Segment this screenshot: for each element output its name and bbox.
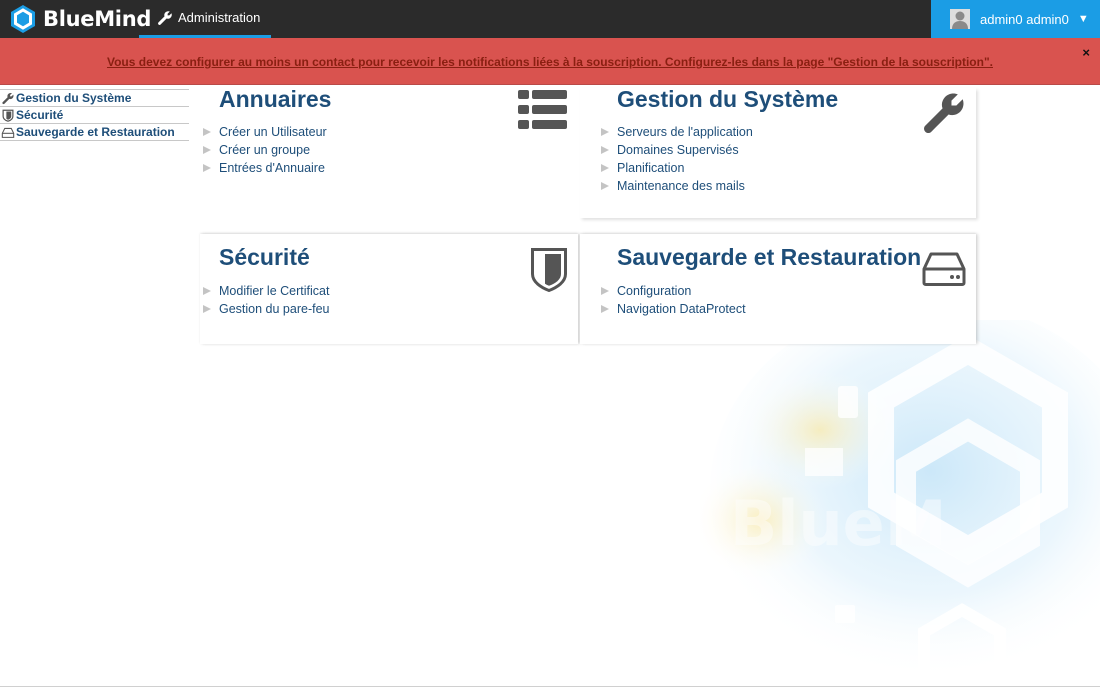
nav-administration-label: Administration [178,10,261,25]
card-title[interactable]: Annuaires [219,86,331,113]
wrench-icon [924,93,964,133]
avatar [950,9,970,29]
link-label: Planification [617,161,685,175]
link-creer-groupe[interactable]: Créer un groupe [203,141,327,159]
bullet-icon [203,146,211,154]
svg-text:BlueM: BlueM [730,487,946,560]
caret-down-icon: ▼ [1077,13,1089,25]
close-icon[interactable]: × [1082,45,1090,60]
bullet-icon [601,164,609,172]
link-label: Entrées d'Annuaire [219,161,325,175]
bullet-icon [601,287,609,295]
card-securite: Sécurité Modifier le Certificat Gestion … [200,234,578,344]
shield-icon [531,248,567,292]
link-navigation-dataprotect[interactable]: Navigation DataProtect [601,300,746,318]
link-maintenance-mails[interactable]: Maintenance des mails [601,177,753,195]
card-gestion-systeme: Gestion du Système Serveurs de l'applica… [580,86,976,218]
nav-administration-tab[interactable]: Administration [139,0,271,38]
bullet-icon [203,305,211,313]
bullet-icon [601,146,609,154]
user-menu[interactable]: admin0 admin0 ▼ [931,0,1100,38]
bluemind-watermark-image: BlueM [700,320,1100,688]
link-label: Créer un groupe [219,143,311,157]
bluemind-hexagon-icon [11,5,35,33]
list-icon [518,90,567,129]
sidebar-item-label: Gestion du Système [16,91,132,105]
card-title[interactable]: Sauvegarde et Restauration [617,244,921,271]
subscription-alert: Vous devez configurer au moins un contac… [0,38,1100,85]
bullet-icon [203,164,211,172]
link-creer-utilisateur[interactable]: Créer un Utilisateur [203,123,327,141]
bullet-icon [203,128,211,136]
sidebar: Gestion du Système Sécurité Sauvegarde e… [0,89,189,141]
card-links: Modifier le Certificat Gestion du pare-f… [203,282,330,318]
brand-name: BlueMind [43,7,152,31]
link-label: Maintenance des mails [617,179,745,193]
link-configuration[interactable]: Configuration [601,282,746,300]
sidebar-item-gestion-systeme[interactable]: Gestion du Système [0,89,189,107]
bullet-icon [601,182,609,190]
card-links: Créer un Utilisateur Créer un groupe Ent… [203,123,327,177]
bullet-icon [601,128,609,136]
card-sauvegarde-restauration: Sauvegarde et Restauration Configuration… [580,234,976,344]
user-name: admin0 admin0 [980,11,1069,27]
bluemind-logo[interactable]: BlueMind [8,4,151,34]
harddrive-icon [922,252,966,286]
shield-icon [2,109,14,122]
link-domaines-supervises[interactable]: Domaines Supervisés [601,141,753,159]
card-title[interactable]: Sécurité [219,244,310,271]
bullet-icon [601,305,609,313]
wrench-icon [2,92,14,104]
link-label: Créer un Utilisateur [219,125,327,139]
link-gestion-pare-feu[interactable]: Gestion du pare-feu [203,300,330,318]
link-planification[interactable]: Planification [601,159,753,177]
link-label: Navigation DataProtect [617,302,746,316]
user-icon [952,11,968,29]
sidebar-item-label: Sécurité [16,108,64,122]
link-entrees-annuaire[interactable]: Entrées d'Annuaire [203,159,327,177]
harddrive-icon [1,127,15,138]
top-navbar: BlueMind Administration admin0 admin0 ▼ [0,0,1100,38]
card-links: Serveurs de l'application Domaines Super… [601,123,753,195]
bullet-icon [203,287,211,295]
card-title[interactable]: Gestion du Système [617,86,838,113]
page-bottom-divider [0,686,1100,687]
alert-message-link[interactable]: Vous devez configurer au moins un contac… [0,55,1100,69]
link-label: Configuration [617,284,692,298]
link-label: Domaines Supervisés [617,143,739,157]
sidebar-item-sauvegarde[interactable]: Sauvegarde et Restauration [0,124,189,141]
card-links: Configuration Navigation DataProtect [601,282,746,318]
link-modifier-certificat[interactable]: Modifier le Certificat [203,282,330,300]
sidebar-item-securite[interactable]: Sécurité [0,107,189,124]
card-annuaires: Annuaires Créer un Utilisateur Créer un … [200,86,578,218]
link-label: Modifier le Certificat [219,284,330,298]
link-label: Serveurs de l'application [617,125,753,139]
sidebar-item-label: Sauvegarde et Restauration [16,125,175,139]
link-label: Gestion du pare-feu [219,302,330,316]
link-serveurs-application[interactable]: Serveurs de l'application [601,123,753,141]
wrench-icon [158,10,172,25]
